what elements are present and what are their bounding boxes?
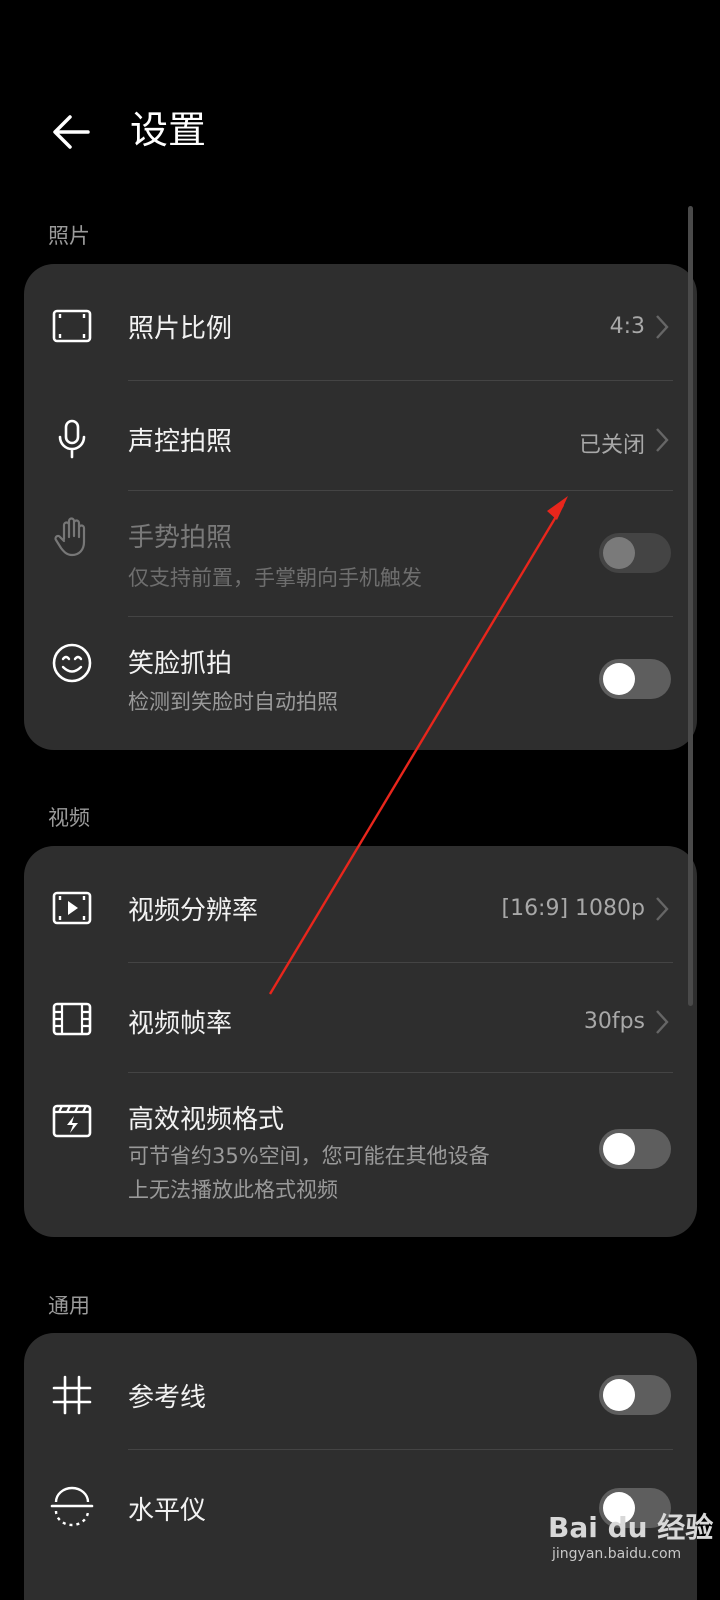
smile-icon [50, 641, 94, 685]
section-label-video: 视频 [48, 806, 90, 830]
photo-settings-card: 照片比例 4:3 声控拍照 已关闭 手势拍照 仅支持前置，手掌朝向手机触发 笑脸… [24, 264, 697, 750]
chevron-right-icon [656, 428, 669, 452]
setting-video-resolution[interactable]: 视频分辨率 [16:9] 1080p [24, 846, 697, 963]
top-bar: 设置 [0, 92, 720, 172]
setting-title: 视频帧率 [128, 1009, 233, 1039]
setting-photo-ratio[interactable]: 照片比例 4:3 [24, 264, 697, 381]
setting-subtitle: 检测到笑脸时自动拍照 [128, 690, 338, 714]
video-settings-card: 视频分辨率 [16:9] 1080p 视频帧率 30fps 高效视频格式 可节省… [24, 846, 697, 1237]
page-title: 设置 [130, 108, 207, 152]
setting-title: 声控拍照 [128, 427, 233, 457]
grid-icon [50, 1373, 94, 1417]
back-button[interactable] [44, 104, 100, 160]
video-resolution-icon [50, 886, 94, 930]
setting-title: 笑脸抓拍 [128, 649, 233, 679]
chevron-right-icon [656, 897, 669, 921]
setting-subtitle-line2: 上无法播放此格式视频 [128, 1178, 338, 1202]
setting-title: 水平仪 [128, 1496, 207, 1526]
section-label-photo: 照片 [48, 224, 90, 248]
microphone-icon [50, 417, 94, 461]
film-frame-icon [50, 997, 94, 1041]
hand-icon [50, 515, 94, 559]
setting-title: 手势拍照 [128, 523, 233, 553]
efficient-video-icon [50, 1099, 94, 1143]
setting-smile-capture[interactable]: 笑脸抓拍 检测到笑脸时自动拍照 [24, 617, 697, 750]
chevron-right-icon [656, 1010, 669, 1034]
efficient-video-toggle[interactable] [599, 1129, 671, 1169]
setting-voice-capture[interactable]: 声控拍照 已关闭 [24, 381, 697, 491]
setting-title: 高效视频格式 [128, 1105, 285, 1135]
gesture-capture-toggle [599, 533, 671, 573]
setting-title: 参考线 [128, 1383, 207, 1413]
setting-title: 照片比例 [128, 314, 233, 344]
baidu-jingyan-watermark: Bai du 经验 jingyan.baidu.com [548, 1506, 718, 1580]
setting-value: 已关闭 [578, 433, 645, 458]
watermark-logo: Bai du 经验 [548, 1511, 714, 1544]
setting-gesture-capture: 手势拍照 仅支持前置，手掌朝向手机触发 [24, 491, 697, 616]
smile-capture-toggle[interactable] [599, 659, 671, 699]
grid-lines-toggle[interactable] [599, 1375, 671, 1415]
level-icon [50, 1484, 94, 1528]
section-label-general: 通用 [48, 1294, 90, 1318]
scrollbar[interactable] [688, 206, 693, 1006]
watermark-url: jingyan.baidu.com [552, 1546, 682, 1562]
setting-title: 视频分辨率 [128, 896, 259, 926]
arrow-left-icon [53, 115, 90, 149]
camera-settings-screen: 设置 照片 照片比例 4:3 声控拍照 已关闭 手势拍照 仅支持前置，手掌朝向手… [0, 0, 720, 1600]
aspect-ratio-icon [50, 304, 94, 348]
setting-efficient-video-format[interactable]: 高效视频格式 可节省约35%空间，您可能在其他设备 上无法播放此格式视频 [24, 1073, 697, 1237]
setting-grid-lines[interactable]: 参考线 [24, 1333, 697, 1450]
setting-video-framerate[interactable]: 视频帧率 30fps [24, 963, 697, 1073]
chevron-right-icon [656, 315, 669, 339]
setting-value: 30fps [583, 1009, 645, 1034]
setting-value: 4:3 [609, 314, 645, 339]
setting-subtitle: 仅支持前置，手掌朝向手机触发 [128, 566, 422, 590]
setting-subtitle-line1: 可节省约35%空间，您可能在其他设备 [128, 1144, 490, 1168]
setting-value: [16:9] 1080p [501, 896, 645, 921]
